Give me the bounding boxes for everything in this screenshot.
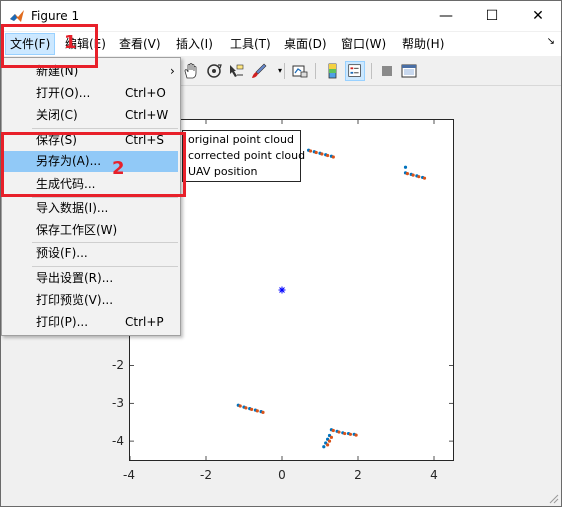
maximize-button[interactable]: ☐ <box>469 1 515 31</box>
window-title: Figure 1 <box>31 9 80 23</box>
figure-window: Figure 1 — ☐ ✕ 文件(F) 编辑(E) 查看(V) 插入(I) 工… <box>0 0 562 507</box>
corrected-point <box>354 433 358 437</box>
x-tick-label: -2 <box>200 468 212 482</box>
corrected-point <box>343 431 347 436</box>
corrected-point <box>314 150 318 155</box>
menu-item-label: 关闭(C) <box>36 108 78 122</box>
toolbar-separator <box>284 63 285 79</box>
legend-icon[interactable] <box>345 61 365 81</box>
show-plot-tools-icon[interactable] <box>399 61 419 81</box>
file-menu-import-data[interactable]: 导入数据(I)... <box>4 198 178 219</box>
menu-item-label: 导出设置(R)... <box>36 271 114 285</box>
uav-position-marker <box>278 286 286 294</box>
corrected-point <box>250 407 254 411</box>
menu-item-shortcut: Ctrl+P <box>125 315 164 329</box>
toolbar-separator <box>315 63 316 79</box>
legend-entry: UAV position <box>188 165 258 178</box>
hide-plot-tools-icon[interactable] <box>377 61 397 81</box>
menu-view[interactable]: 查看(V) <box>115 34 165 54</box>
y-tick-label: -4 <box>112 434 124 448</box>
annotation-box-2 <box>1 132 186 197</box>
menu-tools[interactable]: 工具(T) <box>226 34 275 54</box>
corrected-point <box>411 173 415 177</box>
toolbar-separator <box>371 63 372 79</box>
link-plot-icon[interactable] <box>290 61 310 81</box>
corrected-point <box>261 410 265 414</box>
corrected-point <box>329 435 333 439</box>
corrected-point <box>244 406 248 410</box>
corrected-point <box>331 155 335 159</box>
legend-entry: corrected point cloud <box>188 149 306 162</box>
maximize-icon: ☐ <box>485 8 499 24</box>
corrected-point <box>422 176 427 180</box>
corrected-point <box>308 149 313 153</box>
file-menu-print-preview[interactable]: 打印预览(V)... <box>4 290 178 311</box>
file-menu-print[interactable]: 打印(P)... Ctrl+P <box>4 312 178 333</box>
pan-hand-icon[interactable] <box>181 61 201 81</box>
corrected-point <box>331 428 335 433</box>
menu-help[interactable]: 帮助(H) <box>398 34 448 54</box>
close-button[interactable]: ✕ <box>515 1 561 31</box>
annotation-label-2: 2 <box>112 158 125 179</box>
menu-insert[interactable]: 插入(I) <box>172 34 217 54</box>
file-menu-save-workspace[interactable]: 保存工作区(W) <box>4 220 178 241</box>
menu-item-label: 打开(O)... <box>36 86 91 100</box>
x-tick-label: 2 <box>354 468 362 482</box>
minimize-icon: — <box>439 8 453 24</box>
file-menu-preferences[interactable]: 预设(F)... <box>4 243 178 264</box>
corrected-point <box>327 439 332 443</box>
x-tick-label: 0 <box>278 468 286 482</box>
corrected-point <box>326 443 330 447</box>
corrected-point <box>320 152 324 156</box>
original-point <box>403 165 408 169</box>
menu-item-label: 导入数据(I)... <box>36 201 109 215</box>
corrected-point <box>337 430 341 434</box>
submenu-arrow-icon: › <box>170 64 175 78</box>
file-menu-export-setup[interactable]: 导出设置(R)... <box>4 268 178 289</box>
menu-separator <box>32 266 178 267</box>
minimize-button[interactable]: — <box>423 1 469 31</box>
menu-desktop[interactable]: 桌面(D) <box>280 34 331 54</box>
x-tick-label: -4 <box>123 468 135 482</box>
chart-legend[interactable]: original point cloud corrected point clo… <box>182 130 305 182</box>
file-menu-close[interactable]: 关闭(C) Ctrl+W <box>4 105 178 126</box>
annotation-box-1 <box>1 24 98 68</box>
brush-icon[interactable] <box>249 61 269 81</box>
brush-dropdown-icon[interactable]: ▾ <box>270 61 290 81</box>
corrected-point <box>326 153 330 158</box>
resize-grip-icon[interactable] <box>547 492 559 504</box>
original-point <box>322 445 326 449</box>
colorbar-icon[interactable] <box>323 61 343 81</box>
menu-window[interactable]: 窗口(W) <box>337 34 390 54</box>
legend-entry: original point cloud <box>188 133 294 146</box>
menu-separator <box>32 128 178 129</box>
corrected-point <box>348 432 352 436</box>
corrected-point <box>417 175 421 179</box>
file-menu-open[interactable]: 打开(O)... Ctrl+O <box>4 83 178 104</box>
menu-item-label: 打印预览(V)... <box>36 293 114 307</box>
y-tick-label: -3 <box>112 396 124 410</box>
menu-item-label: 预设(F)... <box>36 246 88 260</box>
menu-item-label: 保存工作区(W) <box>36 223 118 237</box>
menu-item-shortcut: Ctrl+W <box>125 108 169 122</box>
corrected-point <box>405 172 409 176</box>
data-cursor-icon[interactable] <box>226 61 246 81</box>
matlab-logo-icon <box>10 10 24 22</box>
annotation-label-1: 1 <box>64 32 77 53</box>
y-tick-label: -2 <box>112 358 124 372</box>
close-icon: ✕ <box>532 8 544 24</box>
x-tick-label: 4 <box>430 468 438 482</box>
corrected-point <box>255 409 259 413</box>
menu-item-label: 打印(P)... <box>36 315 89 329</box>
menu-item-shortcut: Ctrl+O <box>125 86 166 100</box>
dock-arrow-icon[interactable]: ↘ <box>547 36 555 47</box>
rotate-3d-icon[interactable] <box>204 61 224 81</box>
corrected-point <box>238 404 242 408</box>
